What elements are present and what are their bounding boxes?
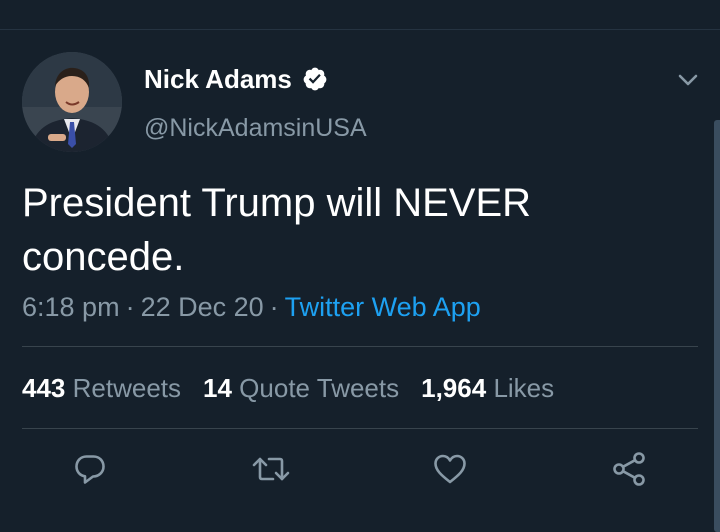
avatar[interactable] [22,52,122,152]
retweet-icon [251,451,291,492]
author-handle[interactable]: @NickAdamsinUSA [144,112,367,144]
likes-label: Likes [493,373,555,403]
verified-badge-icon [302,66,328,92]
tweet-stats: 443 Retweets 14 Quote Tweets 1,964 Likes [22,371,576,405]
tweet-text-line: concede. [22,235,185,279]
reply-icon [72,451,108,492]
tweet-date: 22 Dec 20 [140,292,264,322]
retweets-count: 443 [22,373,66,403]
meta-separator: · [269,292,279,322]
tweet-meta: 6:18 pm · 22 Dec 20 · Twitter Web App [22,289,481,325]
tweet-time: 6:18 pm [22,292,120,322]
tweet-actions [0,449,720,499]
retweets-label: Retweets [72,373,182,403]
quote-tweets-stat[interactable]: 14 Quote Tweets [203,371,399,405]
reply-button[interactable] [68,449,112,493]
like-button[interactable] [428,449,472,493]
meta-separator: · [125,292,135,322]
chevron-down-icon[interactable] [674,66,702,94]
likes-count: 1,964 [421,373,487,403]
heart-icon [432,451,468,492]
share-button[interactable] [607,449,651,493]
retweets-stat[interactable]: 443 Retweets [22,371,181,405]
share-icon [611,451,647,492]
quote-tweets-label: Quote Tweets [239,373,400,403]
retweet-button[interactable] [249,449,293,493]
likes-stat[interactable]: 1,964 Likes [421,371,554,405]
top-divider [0,29,720,30]
display-name[interactable]: Nick Adams [144,62,292,96]
tweet-text: President Trump will NEVER concede. [22,176,642,284]
divider [22,428,698,429]
tweet-source-link[interactable]: Twitter Web App [285,292,481,322]
quote-tweets-count: 14 [203,373,232,403]
divider [22,346,698,347]
tweet-text-line: President Trump will NEVER [22,181,532,225]
author-name-row[interactable]: Nick Adams [144,62,328,96]
